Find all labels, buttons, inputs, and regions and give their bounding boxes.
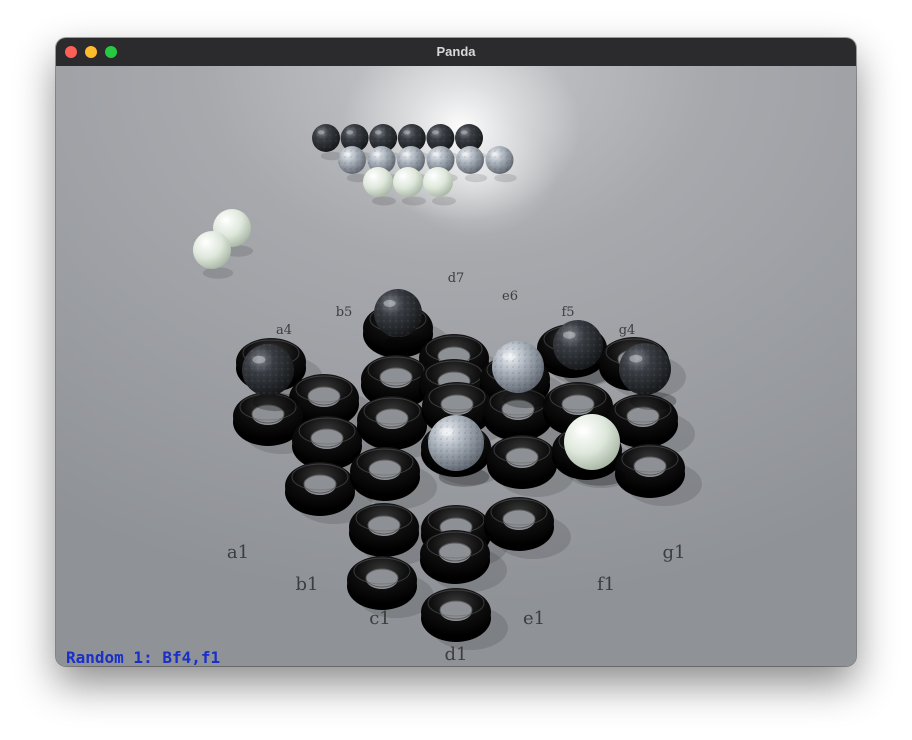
app-window: Panda a1 b1 c1 d1 e1 f1 g1 a4 b5 d7 e6 f… [56, 38, 856, 666]
coordinate-label-b1: b1 [296, 574, 319, 595]
coordinate-label-c1: c1 [369, 608, 391, 629]
piece-c6[interactable] [374, 289, 422, 337]
piece-f5[interactable] [553, 320, 603, 370]
coordinate-label-e6: e6 [502, 289, 518, 304]
board-ring[interactable] [292, 416, 362, 470]
board-ring[interactable] [615, 444, 685, 498]
board-ring[interactable] [350, 447, 420, 501]
board-ring[interactable] [285, 462, 355, 516]
coordinate-label-g1: g1 [663, 542, 686, 563]
reserve-grey-piece[interactable] [485, 146, 514, 174]
piece-a4[interactable] [242, 344, 294, 396]
board-ring[interactable] [357, 396, 427, 450]
title-bar[interactable]: Panda [56, 38, 856, 67]
coordinate-label-f5: f5 [561, 305, 574, 320]
reserve-dark-piece[interactable] [312, 124, 340, 152]
board-ring[interactable] [349, 503, 419, 557]
board-ring[interactable] [487, 435, 557, 489]
coordinate-label-a4: a4 [276, 323, 292, 338]
window-title: Panda [436, 44, 476, 59]
piece-g4[interactable] [619, 343, 671, 395]
game-viewport[interactable]: a1b1c1d1e1f1g1a4b5c6d7e6f5g4 Random 1: B… [56, 66, 856, 666]
piece-e4[interactable] [492, 341, 544, 393]
board-ring[interactable] [420, 530, 490, 584]
reserve-light-piece[interactable] [363, 167, 393, 197]
piece-f3[interactable] [564, 414, 620, 470]
coordinate-label-d1: d1 [445, 644, 468, 665]
piece-d3[interactable] [428, 415, 484, 471]
coordinate-label-a1: a1 [227, 542, 249, 563]
reserve-light-piece[interactable] [423, 167, 453, 197]
coordinate-label-d7: d7 [448, 271, 465, 286]
board-ring[interactable] [347, 556, 417, 610]
reserve-grey-piece[interactable] [338, 146, 366, 174]
coordinate-label-b5: b5 [336, 305, 353, 320]
board-ring[interactable] [421, 588, 491, 642]
coordinate-label-e1: e1 [523, 608, 545, 629]
reserve-grey-piece[interactable] [456, 146, 484, 174]
move-status-text: Random 1: Bf4,f1 [66, 648, 221, 666]
coordinate-label-f1: f1 [597, 574, 615, 595]
coordinate-label-g4: g4 [619, 323, 636, 338]
captured-light-piece[interactable] [193, 231, 231, 269]
board-scene[interactable]: a1b1c1d1e1f1g1a4b5c6d7e6f5g4 [56, 66, 856, 666]
reserve-light-piece[interactable] [393, 167, 423, 197]
board-ring[interactable] [484, 497, 554, 551]
